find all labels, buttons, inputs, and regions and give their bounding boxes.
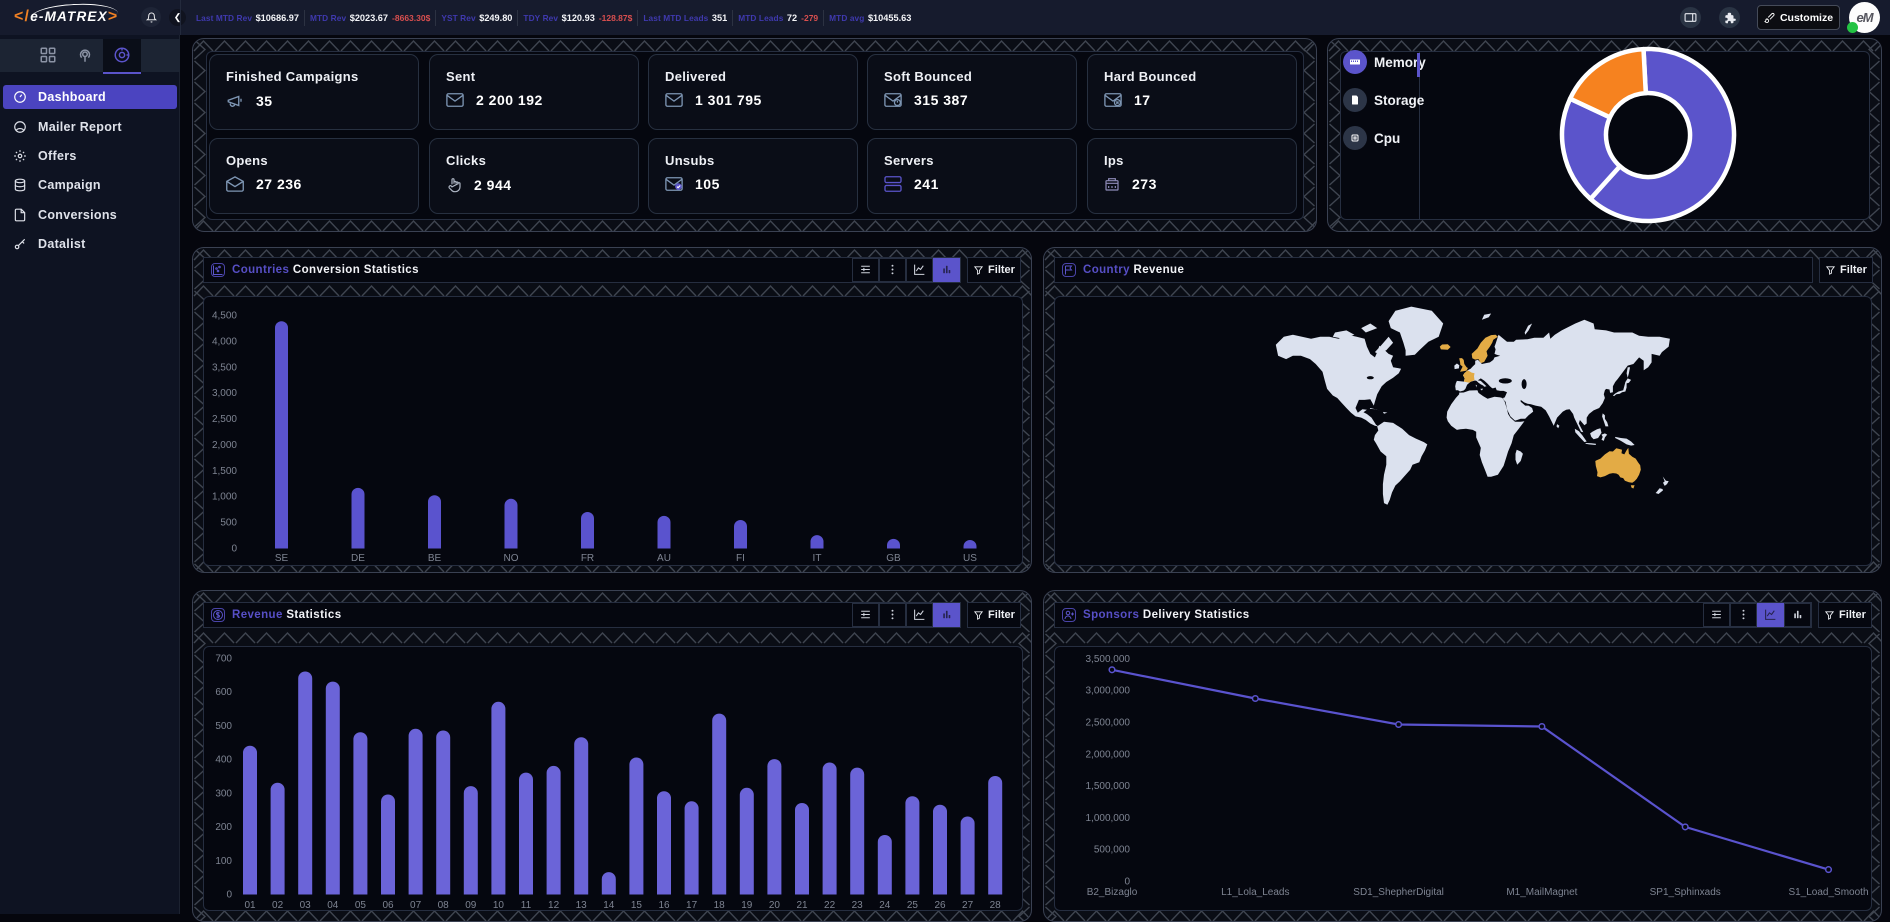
svg-text:2,500: 2,500	[212, 414, 237, 425]
svg-text:SP1_Sphinxads: SP1_Sphinxads	[1650, 887, 1721, 898]
svg-text:M1_MailMagnet: M1_MailMagnet	[1506, 887, 1577, 898]
svg-text:100: 100	[215, 856, 232, 867]
svg-text:B2_Bizaglo: B2_Bizaglo	[1087, 887, 1138, 898]
svg-text:14: 14	[603, 900, 615, 911]
svg-text:GB: GB	[886, 553, 901, 564]
svg-text:13: 13	[576, 900, 588, 911]
svg-text:AU: AU	[657, 553, 671, 564]
svg-text:US: US	[963, 553, 977, 564]
svg-text:4,500: 4,500	[212, 311, 237, 322]
svg-text:19: 19	[741, 900, 753, 911]
svg-text:05: 05	[355, 900, 367, 911]
svg-text:3,500,000: 3,500,000	[1086, 654, 1131, 665]
svg-text:NO: NO	[504, 553, 519, 564]
svg-text:22: 22	[824, 900, 836, 911]
svg-text:2,000,000: 2,000,000	[1086, 749, 1131, 760]
svg-text:4,000: 4,000	[212, 336, 237, 347]
svg-text:SE: SE	[275, 553, 289, 564]
svg-text:25: 25	[907, 900, 919, 911]
svg-text:FI: FI	[736, 553, 745, 564]
svg-text:700: 700	[215, 654, 232, 665]
svg-text:500,000: 500,000	[1094, 845, 1131, 856]
svg-text:09: 09	[465, 900, 477, 911]
svg-text:DE: DE	[351, 553, 365, 564]
svg-text:300: 300	[215, 788, 232, 799]
svg-text:24: 24	[879, 900, 891, 911]
svg-text:L1_Lola_Leads: L1_Lola_Leads	[1221, 887, 1289, 898]
svg-text:0: 0	[1124, 877, 1130, 888]
svg-text:06: 06	[382, 900, 394, 911]
svg-text:07: 07	[410, 900, 422, 911]
svg-text:1,500,000: 1,500,000	[1086, 781, 1131, 792]
svg-text:18: 18	[714, 900, 726, 911]
svg-text:11: 11	[521, 900, 532, 911]
svg-text:IT: IT	[813, 553, 822, 564]
svg-text:23: 23	[852, 900, 864, 911]
svg-text:200: 200	[215, 822, 232, 833]
svg-text:12: 12	[548, 900, 560, 911]
svg-text:15: 15	[631, 900, 643, 911]
svg-text:500: 500	[220, 518, 237, 529]
svg-text:01: 01	[244, 900, 256, 911]
svg-text:2,500,000: 2,500,000	[1086, 718, 1131, 729]
svg-text:2,000: 2,000	[212, 440, 237, 451]
svg-text:BE: BE	[428, 553, 442, 564]
svg-text:3,000: 3,000	[212, 388, 237, 399]
svg-text:1,000,000: 1,000,000	[1086, 813, 1131, 824]
svg-text:500: 500	[215, 721, 232, 732]
svg-text:21: 21	[796, 900, 808, 911]
svg-text:0: 0	[226, 890, 232, 901]
svg-text:600: 600	[215, 687, 232, 698]
svg-text:02: 02	[272, 900, 284, 911]
svg-text:16: 16	[658, 900, 670, 911]
svg-text:1,000: 1,000	[212, 492, 237, 503]
svg-text:20: 20	[769, 900, 781, 911]
svg-text:400: 400	[215, 755, 232, 766]
svg-text:SD1_ShepherDigital: SD1_ShepherDigital	[1353, 887, 1444, 898]
svg-text:08: 08	[438, 900, 450, 911]
svg-text:17: 17	[686, 900, 698, 911]
svg-text:04: 04	[327, 900, 339, 911]
svg-text:S1_Load_Smooth: S1_Load_Smooth	[1788, 887, 1868, 898]
svg-text:3,000,000: 3,000,000	[1086, 686, 1131, 697]
svg-text:FR: FR	[581, 553, 594, 564]
svg-text:26: 26	[934, 900, 946, 911]
svg-text:3,500: 3,500	[212, 362, 237, 373]
svg-text:0: 0	[231, 544, 237, 555]
svg-text:10: 10	[493, 900, 505, 911]
svg-text:28: 28	[990, 900, 1002, 911]
svg-text:03: 03	[300, 900, 312, 911]
svg-text:27: 27	[962, 900, 974, 911]
svg-text:1,500: 1,500	[212, 466, 237, 477]
